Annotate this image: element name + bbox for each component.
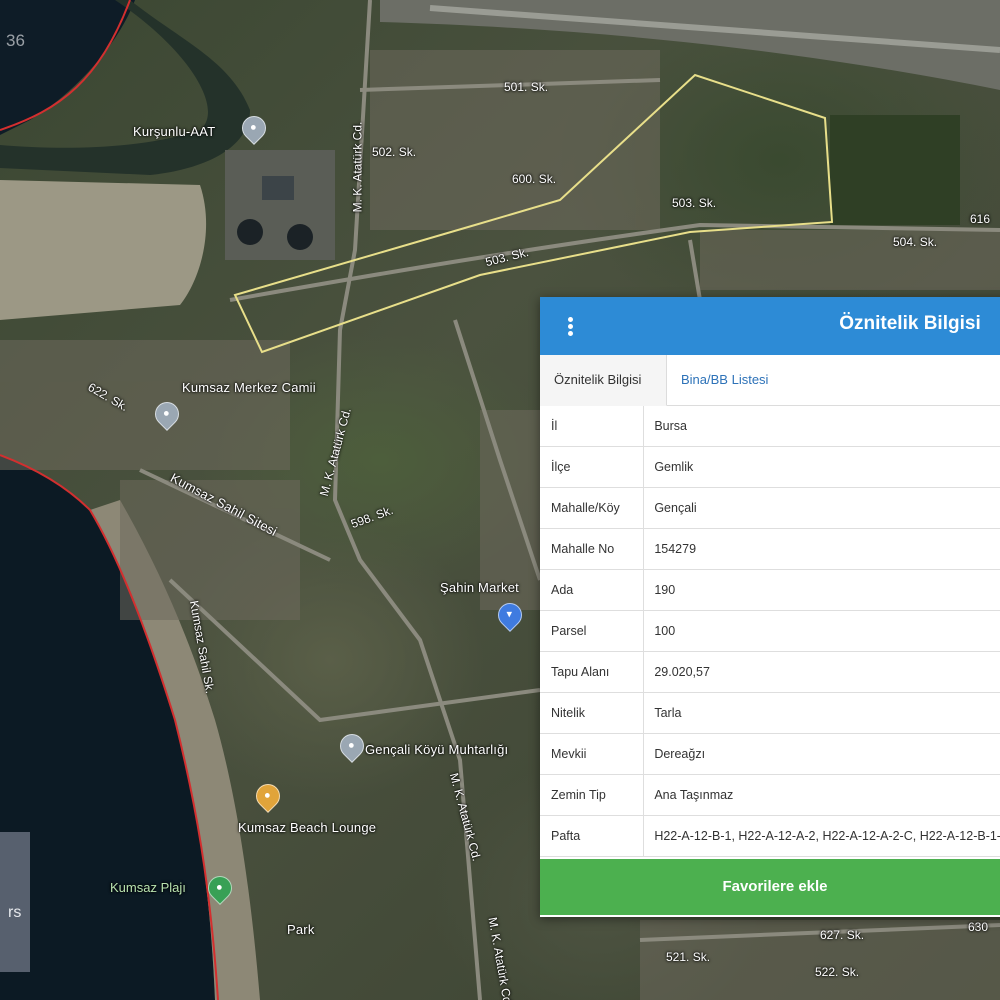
sea-north xyxy=(0,0,135,135)
road-label: 503. Sk. xyxy=(672,196,717,210)
road-label: 600. Sk. xyxy=(512,172,557,186)
table-row: Mevkii Dereağzı xyxy=(540,733,1000,775)
road-label: 616 xyxy=(970,212,991,226)
attribute-key: İlçe xyxy=(540,446,645,488)
table-row: İlçe Gemlik xyxy=(540,446,1000,488)
attribute-value: 190 xyxy=(643,569,1000,611)
layer-toggle-box[interactable]: rs xyxy=(0,832,30,972)
road-label: 502. Sk. xyxy=(372,145,417,159)
attribute-table: İl Bursa İlçe Gemlik Mahalle/Köy Gençali Ma… xyxy=(540,406,1000,857)
place-label[interactable]: Kumsaz Plajı xyxy=(110,880,186,895)
attribute-key: Ada xyxy=(540,569,645,611)
attribute-key: Pafta xyxy=(540,815,645,857)
attribute-key: Mahalle No xyxy=(540,528,645,570)
attribute-value: Gemlik xyxy=(643,446,1000,488)
place-label[interactable]: Park xyxy=(287,922,315,937)
attribute-value: H22-A-12-B-1, H22-A-12-A-2, H22-A-12-A-2… xyxy=(643,815,1000,857)
table-row: Tapu Alanı 29.020,57 xyxy=(540,651,1000,693)
add-to-favorites-label: Favorilere ekle xyxy=(722,878,828,895)
road-label: 522. Sk. xyxy=(815,965,860,979)
attribute-key: Parsel xyxy=(540,610,645,652)
panel-title: Öznitelik Bilgisi xyxy=(839,313,981,334)
attribute-key: Mevkii xyxy=(540,733,645,775)
road-label: M. K. Atatürk Cd. xyxy=(350,121,365,213)
table-row: İl Bursa xyxy=(540,406,1000,447)
layer-toggle-label: rs xyxy=(8,904,22,921)
panel-header: Öznitelik Bilgisi xyxy=(540,297,1000,355)
road-label: 630 xyxy=(968,920,989,934)
attribute-value: Dereağzı xyxy=(643,733,1000,775)
table-row: Parsel 100 xyxy=(540,610,1000,652)
table-row: Mahalle No 154279 xyxy=(540,528,1000,570)
place-label[interactable]: Kumsaz Beach Lounge xyxy=(238,820,376,835)
attribute-value: 100 xyxy=(643,610,1000,652)
map-corner-number: 36 xyxy=(6,31,25,50)
table-row: Pafta H22-A-12-B-1, H22-A-12-A-2, H22-A-1… xyxy=(540,815,1000,857)
attribute-value: Gençali xyxy=(643,487,1000,529)
attribute-key: Nitelik xyxy=(540,692,645,734)
attribute-value: 154279 xyxy=(643,528,1000,570)
place-label[interactable]: Kumsaz Merkez Camii xyxy=(182,380,316,395)
tab-attribute-info[interactable]: Öznitelik Bilgisi xyxy=(540,355,667,406)
tab-building-list[interactable]: Bina/BB Listesi xyxy=(667,355,782,405)
attribute-value: Tarla xyxy=(643,692,1000,734)
table-row: Nitelik Tarla xyxy=(540,692,1000,734)
sand-area xyxy=(0,180,207,320)
attribute-value: Ana Taşınmaz xyxy=(643,774,1000,816)
attribute-value: Bursa xyxy=(643,406,1000,447)
place-label[interactable]: Kurşunlu-AAT xyxy=(133,124,215,139)
table-row: Zemin Tip Ana Taşınmaz xyxy=(540,774,1000,816)
attribute-key: İl xyxy=(540,406,645,447)
place-label[interactable]: Gençali Köyü Muhtarlığı xyxy=(365,742,508,757)
treatment-plant xyxy=(225,150,335,260)
attribute-key: Zemin Tip xyxy=(540,774,645,816)
road-label: 501. Sk. xyxy=(504,80,549,94)
attribute-panel: Öznitelik Bilgisi Öznitelik Bilgisi Bina… xyxy=(540,297,1000,917)
place-label[interactable]: Şahin Market xyxy=(440,580,519,595)
attribute-key: Mahalle/Köy xyxy=(540,487,645,529)
road-label: 504. Sk. xyxy=(893,235,938,249)
orchard xyxy=(830,115,960,225)
panel-tabs: Öznitelik Bilgisi Bina/BB Listesi xyxy=(540,355,1000,406)
attribute-value: 29.020,57 xyxy=(643,651,1000,693)
table-row: Ada 190 xyxy=(540,569,1000,611)
road-label: 521. Sk. xyxy=(666,950,711,964)
road-label: 627. Sk. xyxy=(820,928,865,942)
table-row: Mahalle/Köy Gençali xyxy=(540,487,1000,529)
attribute-key: Tapu Alanı xyxy=(540,651,645,693)
add-to-favorites-button[interactable]: Favorilere ekle xyxy=(540,859,1000,915)
